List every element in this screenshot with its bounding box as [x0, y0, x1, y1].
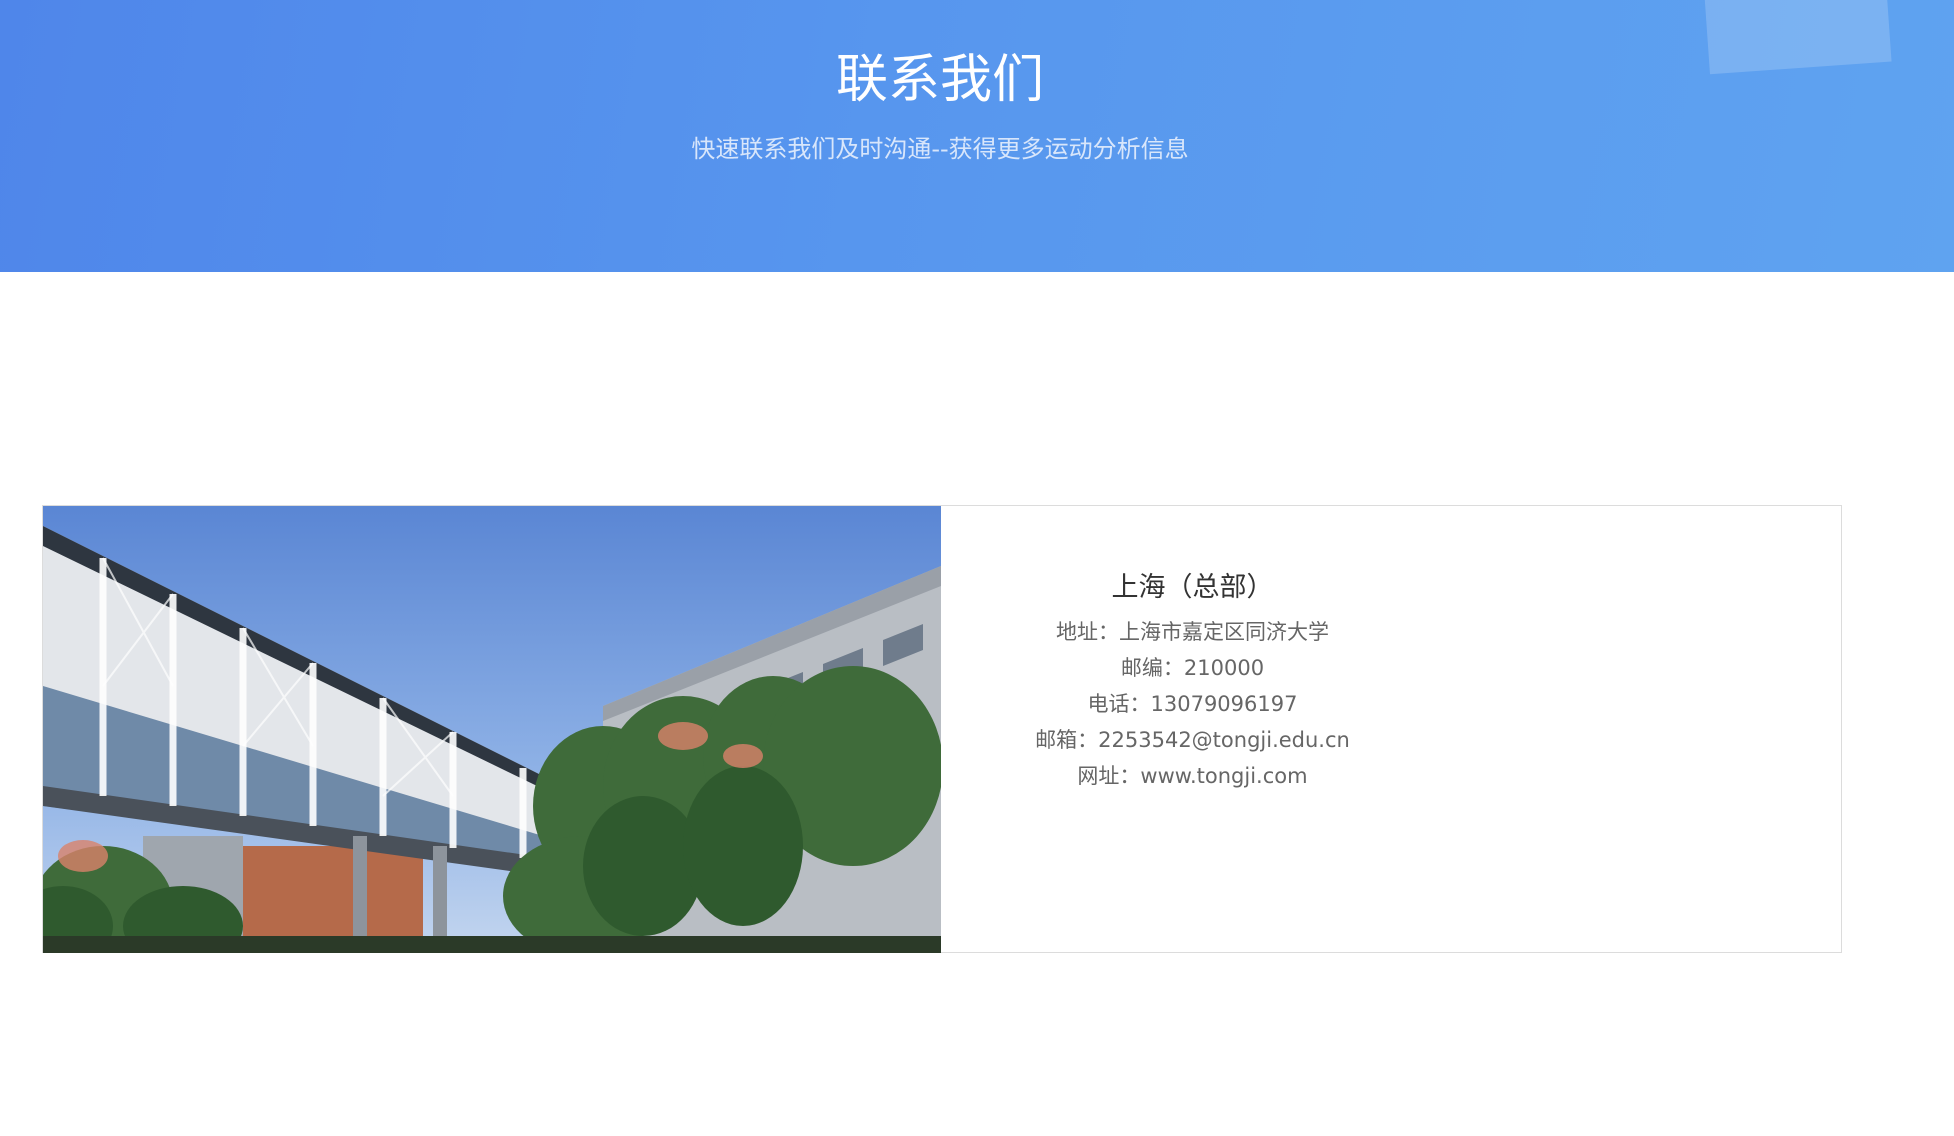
- postcode-line: 邮编：210000: [1120, 656, 1265, 680]
- address-line: 地址：上海市嘉定区同济大学: [1056, 620, 1329, 644]
- page-banner: 联系我们 快速联系我们及时沟通--获得更多运动分析信息: [0, 0, 1954, 272]
- page-subtitle: 快速联系我们及时沟通--获得更多运动分析信息: [691, 135, 1189, 163]
- office-info: 上海（总部） 地址：上海市嘉定区同济大学 邮编：210000 电话：130790…: [941, 566, 1444, 794]
- contact-info-panel: 上海（总部） 地址：上海市嘉定区同济大学 邮编：210000 电话：130790…: [941, 506, 1842, 953]
- email-line: 邮箱：2253542@tongji.edu.cn: [1035, 728, 1350, 752]
- office-title: 上海（总部）: [1111, 572, 1274, 603]
- contact-card: 上海（总部） 地址：上海市嘉定区同济大学 邮编：210000 电话：130790…: [42, 505, 1842, 953]
- page-title: 联系我们: [835, 50, 1044, 110]
- website-line: 网址：www.tongji.com: [1077, 764, 1308, 788]
- campus-building-photo: [43, 506, 941, 953]
- phone-line: 电话：13079096197: [1087, 692, 1298, 716]
